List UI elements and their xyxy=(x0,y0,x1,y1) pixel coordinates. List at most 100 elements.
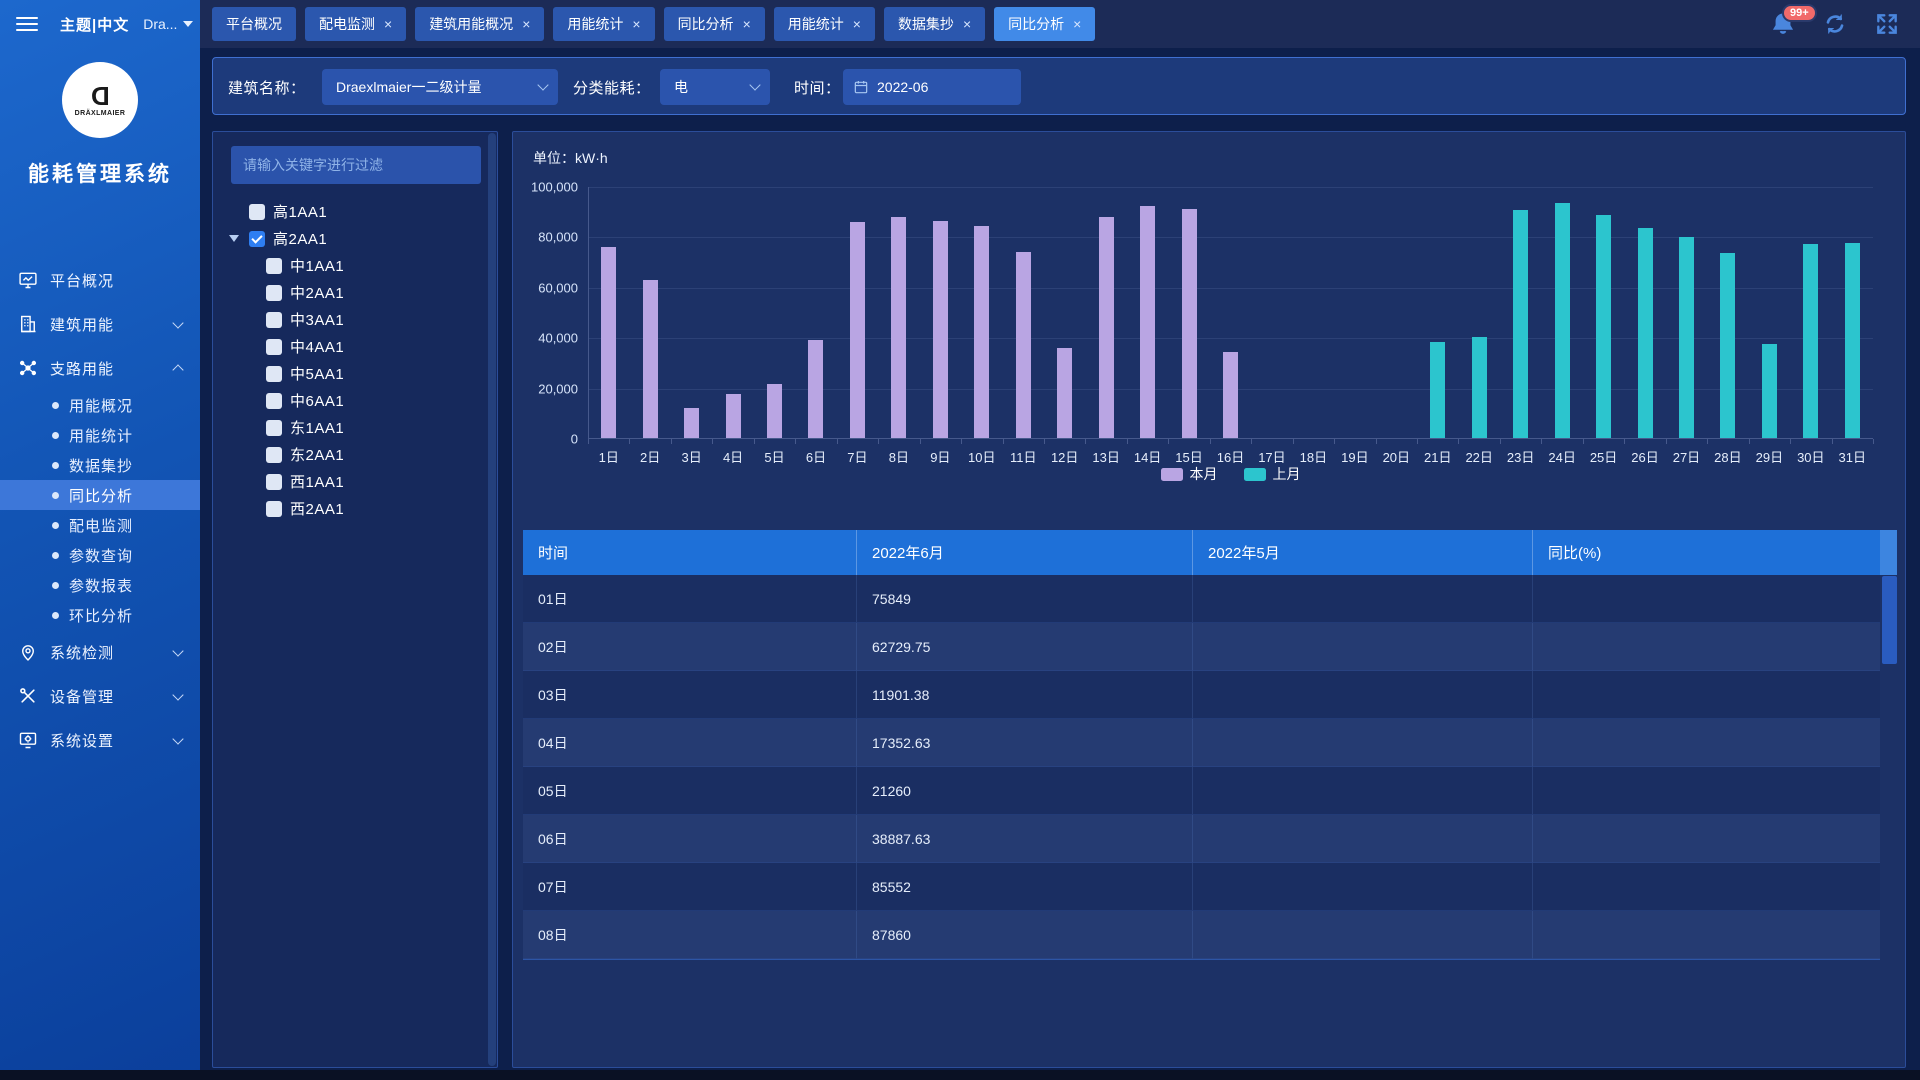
checkbox-高1AA1[interactable] xyxy=(249,204,265,220)
sidebar-subitem-label: 参数报表 xyxy=(69,575,133,596)
tree-item-中6AA1[interactable]: 中6AA1 xyxy=(213,387,487,414)
bar-本月-7日 xyxy=(850,222,865,438)
tab-close-icon[interactable]: × xyxy=(384,17,392,31)
tab-数据集抄[interactable]: 数据集抄× xyxy=(884,7,985,41)
checkbox-高2AA1[interactable] xyxy=(249,231,265,247)
date-picker[interactable]: 2022-06 xyxy=(843,69,1021,105)
refresh-icon[interactable] xyxy=(1822,11,1848,37)
tree-item-中5AA1[interactable]: 中5AA1 xyxy=(213,360,487,387)
x-axis-tick xyxy=(1873,439,1874,444)
tab-用能统计[interactable]: 用能统计× xyxy=(774,7,875,41)
building-name-label: 建筑名称： xyxy=(228,58,306,116)
energy-type-select[interactable]: 电 xyxy=(660,69,770,105)
legend-swatch xyxy=(1161,468,1183,481)
tree-item-高2AA1[interactable]: 高2AA1 xyxy=(213,225,487,252)
tree-item-西2AA1[interactable]: 西2AA1 xyxy=(213,495,487,522)
table-cell: 05日 xyxy=(523,767,857,815)
tree-item-中1AA1[interactable]: 中1AA1 xyxy=(213,252,487,279)
column-header-同比(%): 同比(%) xyxy=(1533,530,1880,575)
table-header: 时间2022年6月2022年5月同比(%) xyxy=(523,530,1880,575)
y-axis-label: 0 xyxy=(571,432,588,447)
bullet-icon xyxy=(52,492,59,499)
building-select[interactable]: Draexlmaier一二级计量 xyxy=(322,69,558,105)
x-axis-tick xyxy=(1458,439,1459,444)
tab-label: 建筑用能概况 xyxy=(429,14,513,34)
sidebar-item-建筑用能[interactable]: 建筑用能 xyxy=(0,302,200,346)
sidebar-subitem-用能概况[interactable]: 用能概况 xyxy=(0,390,200,420)
tab-配电监测[interactable]: 配电监测× xyxy=(305,7,406,41)
sidebar-subitem-label: 配电监测 xyxy=(69,515,133,536)
checkbox-中3AA1[interactable] xyxy=(266,312,282,328)
tree-item-中4AA1[interactable]: 中4AA1 xyxy=(213,333,487,360)
x-axis-tick xyxy=(1583,439,1584,444)
table-cell xyxy=(1533,575,1880,623)
tree-item-中3AA1[interactable]: 中3AA1 xyxy=(213,306,487,333)
tree-search-input[interactable] xyxy=(231,146,481,184)
checkbox-中5AA1[interactable] xyxy=(266,366,282,382)
table-scrollbar[interactable] xyxy=(1882,576,1897,664)
table-cell xyxy=(1193,623,1533,671)
tab-建筑用能概况[interactable]: 建筑用能概况 × xyxy=(415,7,544,41)
theme-language-label[interactable]: 主题|中文 xyxy=(60,14,129,35)
sidebar-subitem-参数报表[interactable]: 参数报表 xyxy=(0,570,200,600)
tree-item-高1AA1[interactable]: 高1AA1 xyxy=(213,198,487,225)
tree-item-东1AA1[interactable]: 东1AA1 xyxy=(213,414,487,441)
bar-本月-11日 xyxy=(1016,252,1031,438)
user-dropdown[interactable]: Dra... xyxy=(143,16,193,32)
tree-item-中2AA1[interactable]: 中2AA1 xyxy=(213,279,487,306)
checkbox-中1AA1[interactable] xyxy=(266,258,282,274)
checkbox-东2AA1[interactable] xyxy=(266,447,282,463)
sidebar-subitem-参数查询[interactable]: 参数查询 xyxy=(0,540,200,570)
sidebar-item-支路用能[interactable]: 支路用能 xyxy=(0,346,200,390)
tab-同比分析[interactable]: 同比分析× xyxy=(664,7,765,41)
tab-用能统计[interactable]: 用能统计× xyxy=(553,7,654,41)
gridline xyxy=(588,187,1873,188)
x-axis-tick xyxy=(920,439,921,444)
tab-bar: 平台概况配电监测×建筑用能概况×用能统计×同比分析×用能统计×数据集抄×同比分析… xyxy=(200,0,1920,48)
sidebar-subitem-数据集抄[interactable]: 数据集抄 xyxy=(0,450,200,480)
tab-close-icon[interactable]: × xyxy=(853,17,861,31)
y-axis-label: 60,000 xyxy=(538,280,588,295)
time-label: 时间： xyxy=(794,58,841,116)
table-row: 02日62729.75 xyxy=(523,623,1880,671)
sidebar-item-系统设置[interactable]: 系统设置 xyxy=(0,718,200,762)
date-value: 2022-06 xyxy=(877,79,928,95)
tree-scrollbar[interactable] xyxy=(488,133,496,1066)
checkbox-中4AA1[interactable] xyxy=(266,339,282,355)
legend-item-上月[interactable]: 上月 xyxy=(1244,464,1301,484)
tree-item-东2AA1[interactable]: 东2AA1 xyxy=(213,441,487,468)
checkbox-西2AA1[interactable] xyxy=(266,501,282,517)
fullscreen-icon[interactable] xyxy=(1874,11,1900,37)
legend-item-本月[interactable]: 本月 xyxy=(1161,464,1218,484)
table-row: 03日11901.38 xyxy=(523,671,1880,719)
checkbox-中6AA1[interactable] xyxy=(266,393,282,409)
tab-close-icon[interactable]: × xyxy=(743,17,751,31)
x-axis-tick xyxy=(1210,439,1211,444)
sidebar-item-系统检测[interactable]: 系统检测 xyxy=(0,630,200,674)
tab-close-icon[interactable]: × xyxy=(1073,17,1081,31)
sidebar-subitem-同比分析[interactable]: 同比分析 xyxy=(0,480,200,510)
table-row: 04日17352.63 xyxy=(523,719,1880,767)
tab-close-icon[interactable]: × xyxy=(522,17,530,31)
checkbox-东1AA1[interactable] xyxy=(266,420,282,436)
sidebar-item-设备管理[interactable]: 设备管理 xyxy=(0,674,200,718)
sidebar-item-平台概况[interactable]: 平台概况 xyxy=(0,258,200,302)
tree-expand-caret-icon[interactable] xyxy=(229,235,239,242)
tab-平台概况[interactable]: 平台概况 xyxy=(212,7,296,41)
sidebar-item-label: 平台概况 xyxy=(50,270,114,291)
sidebar-subitem-用能统计[interactable]: 用能统计 xyxy=(0,420,200,450)
hamburger-menu-icon[interactable] xyxy=(16,13,38,35)
tab-同比分析[interactable]: 同比分析× xyxy=(994,7,1095,41)
x-axis-tick xyxy=(1003,439,1004,444)
checkbox-西1AA1[interactable] xyxy=(266,474,282,490)
tree-item-西1AA1[interactable]: 西1AA1 xyxy=(213,468,487,495)
y-axis-label: 40,000 xyxy=(538,331,588,346)
sidebar-subitem-配电监测[interactable]: 配电监测 xyxy=(0,510,200,540)
bar-本月-14日 xyxy=(1140,206,1155,438)
tab-close-icon[interactable]: × xyxy=(963,17,971,31)
tab-close-icon[interactable]: × xyxy=(632,17,640,31)
notification-bell-icon[interactable]: 99+ xyxy=(1770,11,1796,37)
checkbox-中2AA1[interactable] xyxy=(266,285,282,301)
x-axis-tick xyxy=(1044,439,1045,444)
sidebar-subitem-环比分析[interactable]: 环比分析 xyxy=(0,600,200,630)
